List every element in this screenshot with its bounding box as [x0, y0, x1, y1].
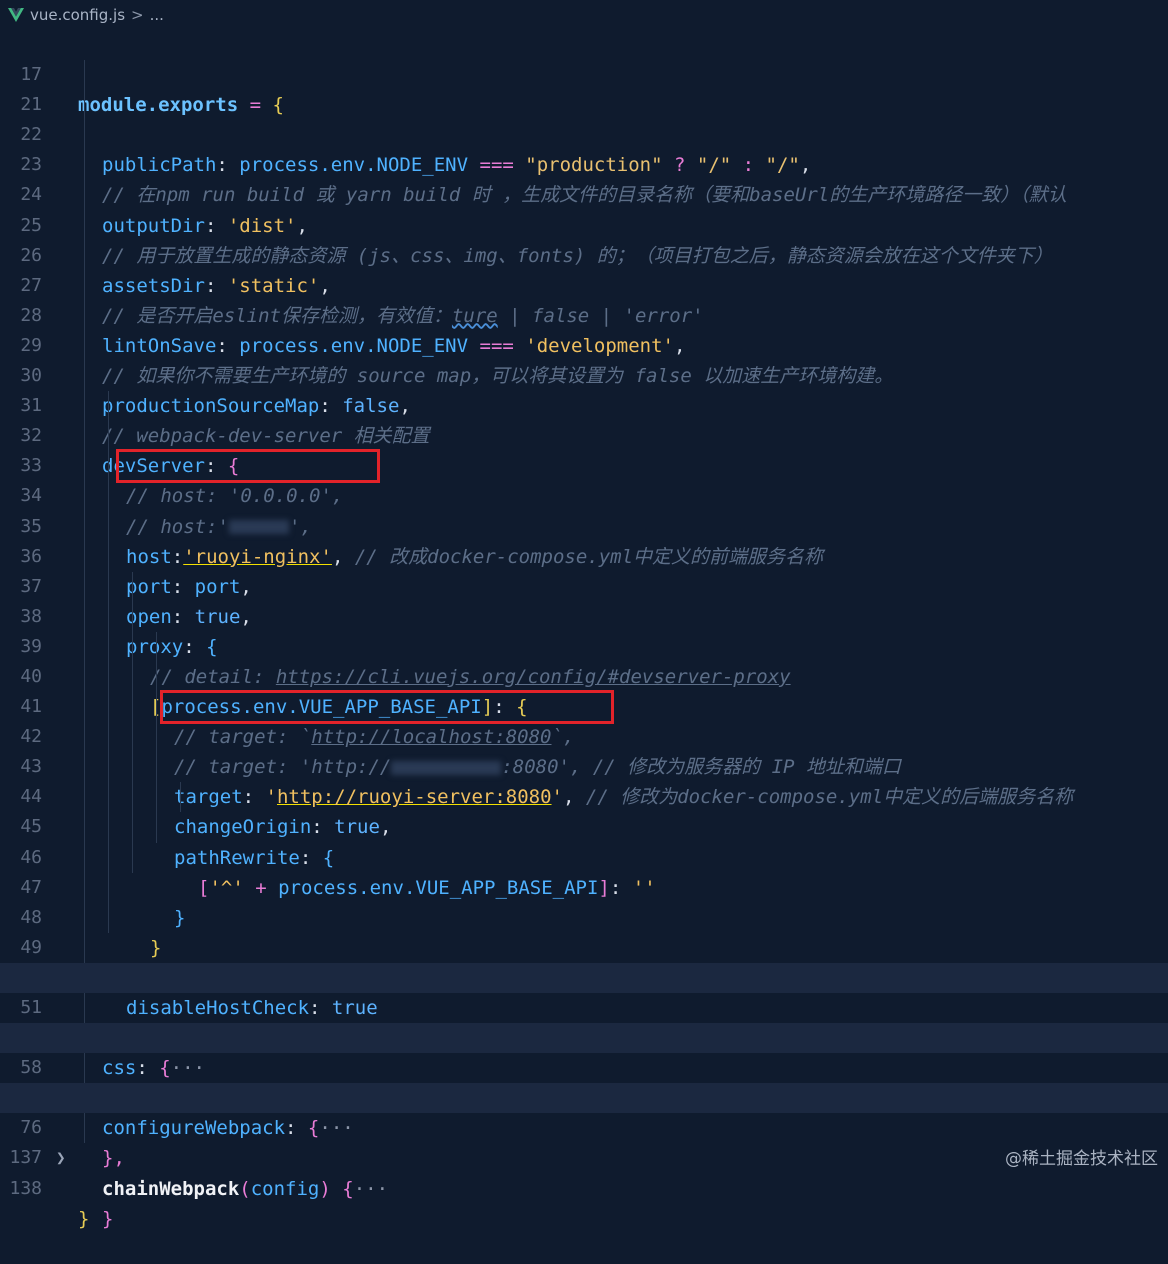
breadcrumb-separator: >: [131, 6, 144, 24]
code-line[interactable]: 45 ['^' + process.env.VUE_APP_BASE_API]:…: [0, 782, 1168, 899]
code-line[interactable]: 22 // 在npm run build 或 yarn build 时 ，生成文…: [0, 90, 1168, 206]
highlight-box: [116, 449, 380, 484]
code-line[interactable]: 32 // host: '0.0.0.0',: [0, 391, 1168, 507]
code-line[interactable]: 28 // 如果你不需要生产环境的 source map，可以将其设置为 fal…: [0, 270, 1168, 387]
code-line[interactable]: 40 // target: `http://localhost:8080`,: [0, 631, 1168, 748]
code-line-folded[interactable]: 76 ❯ chainWebpack(config) {···: [0, 1083, 1168, 1200]
watermark: @稀土掘金技术社区: [1005, 1149, 1158, 1169]
code-token: {: [342, 1177, 354, 1200]
code-line-folded[interactable]: 51 ❯ css: {···: [0, 962, 1168, 1079]
code-token: (: [239, 1177, 251, 1200]
code-line-folded[interactable]: 58 ❯ configureWebpack: {···: [0, 1023, 1168, 1139]
code-line[interactable]: 30 // webpack-dev-server 相关配置: [0, 330, 1168, 447]
code-line[interactable]: 34 host:'ruoyi-nginx', // 改成docker-compo…: [0, 449, 1168, 568]
code-line[interactable]: 44 pathRewrite: {: [0, 752, 1168, 869]
breadcrumb-file[interactable]: vue.config.js: [30, 6, 125, 24]
code-line[interactable]: 75 },: [0, 1053, 1168, 1169]
code-line[interactable]: 57 },: [0, 993, 1168, 1109]
code-token: ): [319, 1177, 343, 1200]
code-token: chainWebpack: [102, 1177, 240, 1200]
code-line[interactable]: 137 }: [0, 1113, 1168, 1230]
code-line[interactable]: 49 disableHostCheck: true: [0, 902, 1168, 1019]
code-line[interactable]: 43 changeOrigin: true,: [0, 722, 1168, 838]
code-line[interactable]: 39 [process.env.VUE_APP_BASE_API]: {: [0, 601, 1168, 718]
breadcrumb: vue.config.js > ...: [0, 0, 1168, 30]
code-line[interactable]: 47 }: [0, 842, 1168, 959]
code-line[interactable]: 41 // target: 'http://:8080', // 修改为服务器的…: [0, 661, 1168, 778]
code-line[interactable]: 35 port: port,: [0, 481, 1168, 598]
vue-file-icon: [8, 8, 24, 22]
code-line[interactable]: 42 target: 'http://ruoyi-server:8080', /…: [0, 690, 1168, 808]
fold-ellipsis[interactable]: ···: [354, 1178, 388, 1200]
code-token: }: [78, 1207, 90, 1230]
code-line[interactable]: 33 // host:' ',: [0, 421, 1168, 538]
code-line[interactable]: 48 },: [0, 872, 1168, 989]
code-token: }: [102, 1207, 114, 1230]
code-line[interactable]: 46 }: [0, 812, 1168, 929]
code-line[interactable]: 36 open: true,: [0, 511, 1168, 628]
code-line[interactable]: 25 assetsDir: 'static',: [0, 180, 1168, 297]
code-line[interactable]: 23 outputDir: 'dist',: [0, 120, 1168, 237]
code-line[interactable]: 24 // 用于放置生成的静态资源 (js、css、img、fonts) 的；（…: [0, 150, 1168, 267]
breadcrumb-more[interactable]: ...: [150, 6, 164, 24]
code-line[interactable]: 26 // 是否开启eslint保存检测，有效值：ture | false | …: [0, 210, 1168, 327]
code-line[interactable]: 38 // detail: https://cli.vuejs.org/conf…: [0, 571, 1168, 688]
highlight-box: [160, 690, 614, 725]
code-line[interactable]: 138 }: [0, 1143, 1168, 1230]
code-line[interactable]: 27 lintOnSave: process.env.NODE_ENV === …: [0, 240, 1168, 357]
code-line[interactable]: 21 publicPath: process.env.NODE_ENV === …: [0, 60, 1168, 176]
code-token: config: [250, 1177, 320, 1200]
code-line[interactable]: 31 devServer: {: [0, 361, 1168, 477]
code-editor[interactable]: 17 module.exports = { 21 publicPath: pro…: [0, 30, 1168, 1230]
line-number: 138: [9, 1177, 42, 1199]
code-line[interactable]: 50 },: [0, 932, 1168, 1049]
code-line[interactable]: 37 proxy: {: [0, 541, 1168, 658]
code-line[interactable]: 29 productionSourceMap: false,: [0, 300, 1168, 417]
code-line[interactable]: 17 module.exports = {: [0, 30, 1168, 116]
